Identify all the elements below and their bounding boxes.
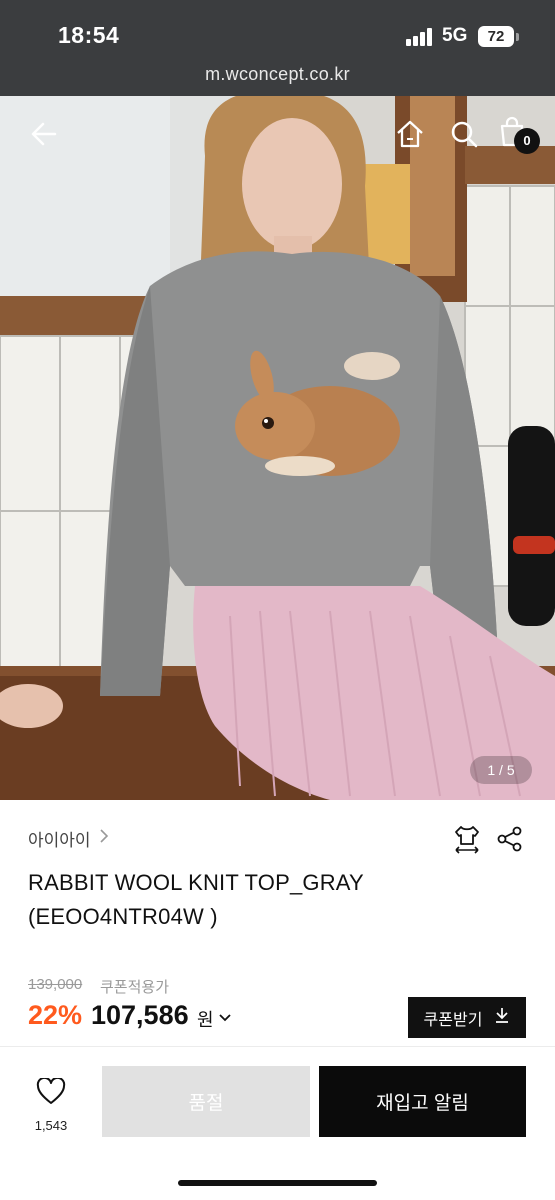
coupon-applied-label: 쿠폰적용가 [100,979,170,996]
currency-unit: 원 [197,1010,214,1030]
brand-link[interactable]: 아이아이 [28,826,109,851]
network-type: 5G [442,25,468,46]
original-price: 139,000 [28,976,83,993]
like-button[interactable]: 1,543 [20,1076,82,1134]
battery-icon: 72 [478,26,514,47]
discount-rate: 22% [28,1000,83,1030]
like-count: 1,543 [34,1118,68,1133]
product-photo [0,96,555,800]
soldout-button[interactable]: 품절 [102,1066,310,1137]
heart-icon [36,1076,66,1110]
product-title: RABBIT WOOL KNIT TOP_GRAY (EEOO4NTR04W ) [28,870,364,929]
coupon-download-button[interactable]: 쿠폰받기 [408,997,526,1038]
battery-tip [516,33,519,41]
url-bar[interactable]: m.wconcept.co.kr [0,64,555,85]
download-icon [494,1007,510,1028]
share-icon[interactable] [493,822,527,856]
home-indicator [178,1180,377,1186]
cart-count-badge: 0 [514,128,540,154]
coupon-button-label: 쿠폰받기 [423,1011,483,1029]
final-price: 107,586 [91,1000,189,1030]
home-icon[interactable] [390,114,430,154]
browser-chrome: 18:54 5G 72 m.wconcept.co.kr [0,0,555,96]
search-icon[interactable] [444,114,484,154]
chevron-right-icon [99,828,109,849]
brand-name: 아이아이 [28,831,91,850]
signal-icon [406,28,436,46]
status-bar: 18:54 5G 72 [0,0,555,60]
chevron-down-icon[interactable] [218,1010,232,1028]
divider [0,1046,555,1047]
status-time: 18:54 [58,22,120,48]
product-image-carousel[interactable]: 1 / 5 [0,96,555,800]
back-arrow-icon[interactable] [24,114,64,154]
image-counter: 1 / 5 [470,756,532,784]
hanger-size-icon[interactable] [450,822,484,856]
restock-alert-button[interactable]: 재입고 알림 [319,1066,526,1137]
